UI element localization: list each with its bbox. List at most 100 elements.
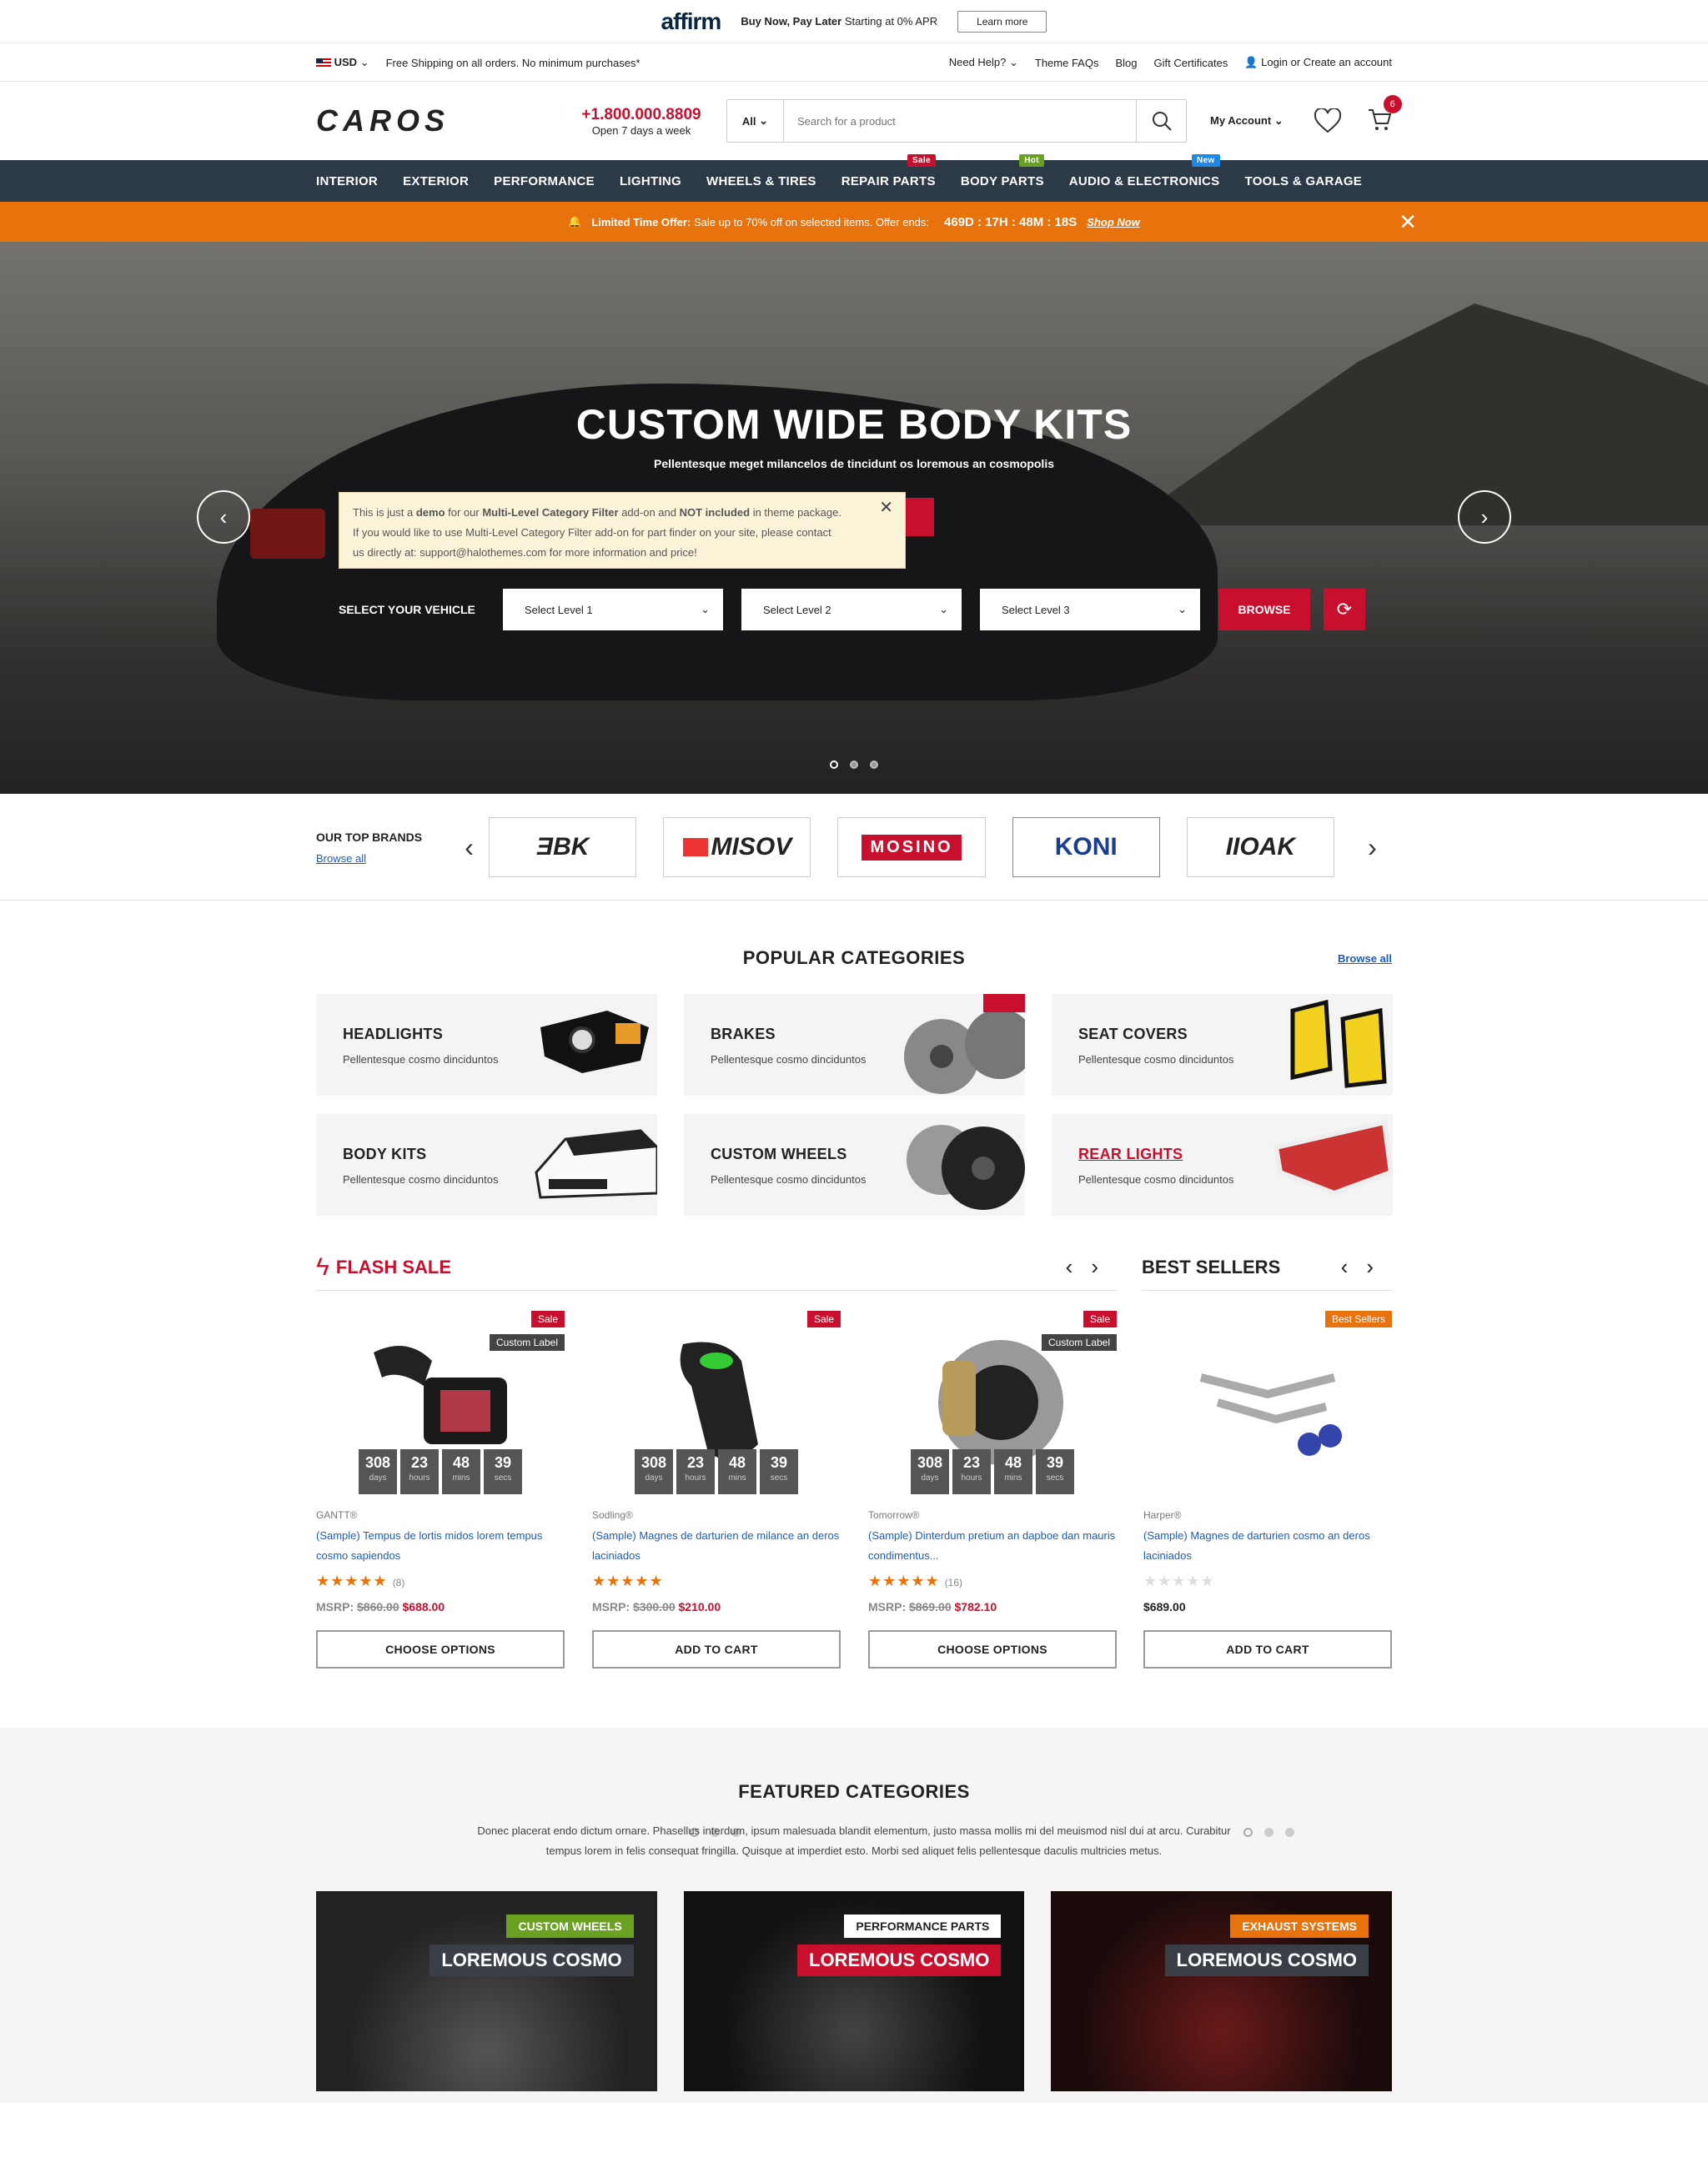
brands-next-arrow[interactable]: ›: [1353, 832, 1392, 863]
nav-item-tools-garage[interactable]: TOOLS & GARAGE: [1245, 174, 1363, 188]
search-category-select[interactable]: All ⌄: [727, 100, 784, 142]
hero-cta-button[interactable]: [906, 498, 934, 536]
slide-dot[interactable]: [830, 760, 838, 769]
hero-pagination: [0, 760, 1708, 769]
featured-card-exhaust-systems[interactable]: EXHAUST SYSTEMS LOREMOUS COSMO: [1051, 1891, 1393, 2091]
product-name[interactable]: (Sample) Magnes de darturien de milance …: [592, 1526, 841, 1566]
brands-prev-arrow[interactable]: ‹: [450, 832, 489, 863]
hero-next-arrow[interactable]: ›: [1458, 490, 1511, 544]
affirm-bar: affirm Buy Now, Pay Later Starting at 0%…: [0, 0, 1708, 43]
slide-dot[interactable]: [870, 760, 878, 769]
reset-button[interactable]: ⟳: [1324, 589, 1365, 630]
blog-link[interactable]: Blog: [1115, 57, 1137, 69]
affirm-logo: affirm: [661, 8, 722, 34]
select-level-3[interactable]: Select Level 3 ⌄: [980, 589, 1200, 630]
refresh-icon: ⟳: [1336, 599, 1353, 620]
product-price: MSRP: $300.00 $210.00: [592, 1600, 721, 1613]
chevron-down-icon: ⌄: [939, 603, 948, 615]
theme-faqs-link[interactable]: Theme FAQs: [1035, 57, 1099, 69]
product-name[interactable]: (Sample) Dinterdum pretium an dapboe dan…: [868, 1526, 1117, 1566]
brand-logo[interactable]: ƎBK: [489, 817, 637, 877]
best-sellers-header: BEST SELLERS ‹›: [1142, 1244, 1392, 1291]
need-help-link[interactable]: Need Help? ⌄: [949, 56, 1018, 69]
new-tag: New: [1192, 153, 1220, 167]
gift-certificates-link[interactable]: Gift Certificates: [1154, 57, 1228, 69]
nav-item-body-parts[interactable]: BODY PARTS Hot: [961, 153, 1044, 188]
product-name[interactable]: (Sample) Tempus de lortis midos lorem te…: [316, 1526, 565, 1566]
nav-item-interior[interactable]: INTERIOR: [316, 174, 378, 188]
best-sellers-arrows[interactable]: ‹›: [1341, 1254, 1392, 1280]
sale-label: Sale: [530, 1311, 565, 1327]
category-card-custom-wheels[interactable]: CUSTOM WHEELS Pellentesque cosmo dincidun…: [684, 1114, 1025, 1216]
custom-label: Custom Label: [489, 1334, 565, 1351]
popular-browse-all-link[interactable]: Browse all: [1338, 952, 1392, 965]
nav-item-exterior[interactable]: EXTERIOR: [403, 174, 469, 188]
browse-button[interactable]: BROWSE: [1218, 589, 1310, 630]
site-logo[interactable]: CAROS: [316, 103, 558, 138]
promo-bar: 🔔 Limited Time Offer: Sale up to 70% off…: [0, 202, 1708, 242]
product-card: Sale 308 days 23 hours 48 mins 39 secs Sodli…: [592, 1311, 841, 1669]
category-card-brakes[interactable]: BRAKES Pellentesque cosmo dinciduntos: [684, 994, 1025, 1096]
shop-now-link[interactable]: Shop Now: [1087, 216, 1140, 228]
cart-button[interactable]: 6: [1367, 94, 1402, 136]
hero-prev-arrow[interactable]: ‹: [197, 490, 250, 544]
add-to-cart-button[interactable]: ADD TO CART: [1143, 1630, 1392, 1669]
featured-card-performance-parts[interactable]: PERFORMANCE PARTS LOREMOUS COSMO: [683, 1891, 1025, 2091]
phone-number[interactable]: +1.800.000.8809: [558, 106, 725, 124]
my-account-menu[interactable]: My Account ⌄: [1210, 114, 1284, 128]
product-image[interactable]: Sale Custom Label 308 days 23 hours 48 mins…: [316, 1311, 565, 1494]
user-icon: 👤: [1244, 56, 1258, 68]
nav-item-performance[interactable]: PERFORMANCE: [494, 174, 595, 188]
product-countdown: 308 days 23 hours 48 mins 39 secs: [592, 1449, 841, 1494]
brand-logo[interactable]: KONI: [1012, 817, 1160, 877]
nav-item-audio-electronics[interactable]: AUDIO & ELECTRONICS New: [1069, 153, 1220, 188]
category-card-body-kits[interactable]: BODY KITS Pellentesque cosmo dinciduntos: [316, 1114, 657, 1216]
product-card: Sale Custom Label 308 days 23 hours 48 mins…: [868, 1311, 1117, 1669]
choose-options-button[interactable]: CHOOSE OPTIONS: [868, 1630, 1117, 1669]
brand-logo[interactable]: MISOV: [663, 817, 811, 877]
select-level-2[interactable]: Select Level 2 ⌄: [741, 589, 962, 630]
slide-dot[interactable]: [850, 760, 858, 769]
currency-selector[interactable]: USD ⌄: [316, 56, 369, 69]
product-image[interactable]: Best Sellers: [1143, 1311, 1392, 1494]
hero-subtitle: Pellentesque meget milancelos de tincidu…: [654, 457, 1054, 470]
demo-notice: ✕ This is just a demo for our Multi-Leve…: [339, 492, 906, 569]
product-rating: ★★★★★ (8): [316, 1573, 405, 1589]
search-input[interactable]: [784, 100, 1136, 142]
featured-title: LOREMOUS COSMO: [1164, 1945, 1369, 1976]
brand-logo[interactable]: MOSINO: [837, 817, 986, 877]
login-link[interactable]: 👤 Login or Create an account: [1244, 56, 1392, 69]
close-icon[interactable]: ✕: [879, 498, 893, 518]
wheel-image: [907, 1125, 1025, 1210]
hero-slider: CUSTOM WIDE BODY KITS Pellentesque meget…: [0, 242, 1708, 794]
product-image[interactable]: Sale 308 days 23 hours 48 mins 39 secs: [592, 1311, 841, 1494]
affirm-learn-more-button[interactable]: Learn more: [957, 10, 1047, 33]
search-button[interactable]: [1136, 100, 1186, 142]
heart-icon[interactable]: [1314, 108, 1342, 133]
brands-browse-all-link[interactable]: Browse all: [316, 852, 450, 865]
category-card-rear-lights[interactable]: REAR LIGHTS Pellentesque cosmo dincidunto…: [1052, 1114, 1393, 1216]
category-card-headlights[interactable]: HEADLIGHTS Pellentesque cosmo dinciduntos: [316, 994, 657, 1096]
popular-categories: POPULAR CATEGORIES Browse all HEADLIGHTS…: [0, 901, 1708, 1244]
product-rating: ★★★★★ (16): [868, 1573, 963, 1589]
product-name[interactable]: (Sample) Magnes de darturien cosmo an de…: [1143, 1526, 1392, 1566]
brand-logo[interactable]: IIOAK: [1186, 817, 1334, 877]
main-nav: INTERIOR EXTERIOR PERFORMANCE LIGHTING W…: [0, 153, 1708, 202]
nav-item-wheels-tires[interactable]: WHEELS & TIRES: [706, 174, 816, 188]
select-level-1[interactable]: Select Level 1 ⌄: [503, 589, 723, 630]
featured-title: LOREMOUS COSMO: [430, 1945, 634, 1976]
add-to-cart-button[interactable]: ADD TO CART: [592, 1630, 841, 1669]
choose-options-button[interactable]: CHOOSE OPTIONS: [316, 1630, 565, 1669]
phone-hours: Open 7 days a week: [591, 123, 691, 137]
product-image[interactable]: Sale Custom Label 308 days 23 hours 48 mins…: [868, 1311, 1117, 1494]
product-brand: Harper®: [1143, 1509, 1182, 1521]
product-brand: Sodling®: [592, 1509, 633, 1521]
close-icon[interactable]: ✕: [1399, 209, 1417, 235]
product-card: Sale Custom Label 308 days 23 hours 48 mins…: [316, 1311, 565, 1669]
nav-item-repair-parts[interactable]: REPAIR PARTS Sale: [841, 153, 936, 188]
flash-sale-section: ϟ FLASH SALE ‹› BEST SELLERS ‹› Sale Cus…: [0, 1244, 1708, 1837]
featured-card-custom-wheels[interactable]: CUSTOM WHEELS LOREMOUS COSMO: [316, 1891, 657, 2091]
flash-sale-arrows[interactable]: ‹›: [1066, 1254, 1117, 1280]
nav-item-lighting[interactable]: LIGHTING: [620, 174, 681, 188]
category-card-seat-covers[interactable]: SEAT COVERS Pellentesque cosmo dincidunto…: [1052, 994, 1393, 1096]
